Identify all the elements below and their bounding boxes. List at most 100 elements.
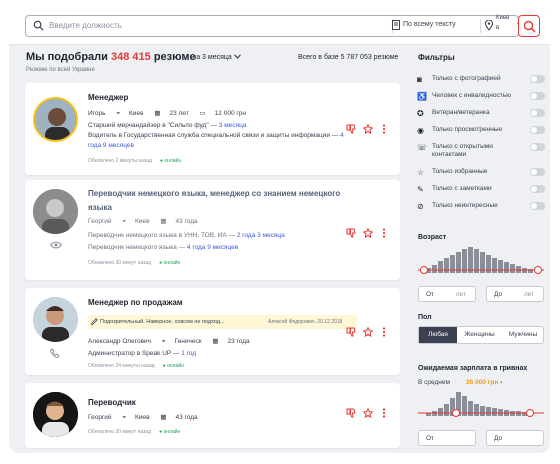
search-icon [33,20,44,31]
gender-option-women[interactable]: Женщины [457,327,502,343]
star-icon[interactable] [363,327,373,337]
resume-card[interactable]: Менеджер по продажам Подозрительный. Нав… [25,288,400,375]
more-icon[interactable] [382,327,386,337]
candidate-city: Киев [135,414,150,421]
more-icon[interactable] [382,408,386,418]
filters-panel: Фильтры ◙ Только с фотографией ♿ Человек с… [410,46,550,453]
thumb-down-icon[interactable] [346,408,356,418]
app-frame: Введите должность По всему тексту Киев в… [9,6,550,453]
wallet-icon: ▭ [199,110,206,117]
toggle-switch[interactable] [530,143,545,151]
resume-title[interactable]: Переводчик немецкого языка, менеджер со … [88,187,343,215]
update-status: Обновлено 30 минут назад ● онлайн [88,260,181,266]
more-icon[interactable] [382,124,386,134]
thumb-down-icon[interactable] [346,327,356,337]
experience-item: Водитель в Государственная служба специа… [88,132,344,149]
avatar [33,189,78,234]
gender-selector[interactable]: Любая Женщины Мужчины [418,326,544,344]
age-histogram[interactable] [418,246,544,274]
resume-card[interactable]: Переводчик немецкого языка, менеджер со … [25,180,400,280]
results-heading: Мы подобрали 348 415 резюме [26,51,196,63]
filter-toggle[interactable]: ☏ Только с открытыми контактами [417,142,545,162]
candidate-city: Геническ [174,338,202,345]
gender-option-any[interactable]: Любая [419,327,457,343]
update-status: Обновлено 20 минут назад ● онлайн [88,429,181,435]
age-title: Возраст [418,234,447,241]
location-pin-icon: ⌖ [122,414,127,421]
note-banner: Подозрительный. Наверное, совсем не подх… [88,315,357,329]
more-icon[interactable] [382,228,386,238]
filter-toggle[interactable]: ♿ Человек с инвалидностью [417,91,545,103]
resume-card[interactable]: Менеджер Игорь ⌖ Киев ▦ 23 лет ▭ 12 000 грн… [25,83,400,175]
location-pin-icon: ⌖ [122,218,127,225]
resume-title[interactable]: Переводчик [88,396,343,410]
thumb-down-icon: ⊘ [417,202,424,211]
wheelchair-icon: ♿ [417,92,427,101]
star-icon[interactable] [363,408,373,418]
eye-icon: ◉ [417,126,424,135]
age-to-input[interactable]: До лет [486,286,544,302]
experience-item: Переводчик немецкого языка — 4 года 9 ме… [88,244,239,251]
top-bar: Введите должность По всему тексту Киев в [9,6,550,45]
salary-histogram[interactable] [418,389,544,417]
search-icon [523,20,536,33]
pencil-icon [91,318,98,325]
toggle-switch[interactable] [530,109,545,117]
star-icon: ☆ [417,168,425,177]
update-status: Обновлено 34 минуты назад ● онлайн [88,363,184,369]
toggle-switch[interactable] [530,92,545,100]
search-input[interactable]: Введите должность [49,21,122,30]
age-from-input[interactable]: От лет [418,286,476,302]
salary-title: Ожидаемая зарплата в гривнах [418,365,528,372]
candidate-name: Игорь [88,110,106,117]
candidate-age: 43 года [175,414,198,421]
toggle-switch[interactable] [530,185,545,193]
search-scope-select[interactable]: По всему тексту [403,21,456,28]
card-actions [346,228,390,240]
gender-option-men[interactable]: Мужчины [502,327,544,343]
toggle-switch[interactable] [530,168,545,176]
city-label: Киев [496,15,510,21]
toggle-switch[interactable] [530,202,545,210]
resume-meta: Георгий ⌖ Киев ▦ 43 года [88,217,207,226]
filter-toggle[interactable]: ✎ Только с заметками [417,184,545,196]
eye-icon [50,241,62,249]
thumb-down-icon[interactable] [346,124,356,134]
thumb-down-icon[interactable] [346,228,356,238]
resume-meta: Игорь ⌖ Киев ▦ 23 лет ▭ 12 000 грн [88,109,255,118]
calendar-icon: ▦ [160,414,167,421]
filter-toggle[interactable]: ✪ Ветеран/ветеранка [417,108,545,120]
salary-to-input[interactable]: До [486,430,544,446]
filter-toggle[interactable]: ☆ Только избранные [417,167,545,179]
salary-from-input[interactable]: От [418,430,476,446]
resume-card[interactable]: Переводчик Георгий ⌖ Киев ▦ 43 года Обновл… [25,383,400,448]
chevron-down-icon [233,54,241,59]
star-icon[interactable] [363,124,373,134]
location-pin-icon: ⌖ [161,338,166,345]
candidate-name: Георгий [88,218,112,225]
toggle-switch[interactable] [530,126,545,134]
filters-title: Фильтры [418,53,455,62]
filter-toggle[interactable]: ◙ Только с фотографией [417,74,545,86]
medal-icon: ✪ [417,109,424,118]
search-button[interactable] [518,15,540,37]
resume-title[interactable]: Менеджер [88,91,343,105]
avatar [33,97,78,142]
toggle-switch[interactable] [530,75,545,83]
experience-item: Переводчик немецкого языка в УНН, ТОВ, И… [88,232,285,239]
period-select[interactable]: за 3 месяца [193,54,241,61]
experience-item: Администратор в Speak UP — 1 год [88,350,197,357]
results-region: Резюме по всей Украине [26,67,95,73]
filter-toggle[interactable]: ⊘ Только неинтересные [417,201,545,213]
camera-icon: ◙ [417,75,422,84]
salary-average: В среднем 26 000 грн › [418,379,503,386]
city-select[interactable]: в [496,25,499,31]
search-box[interactable]: Введите должность По всему тексту Киев в [25,15,524,37]
star-icon[interactable] [363,228,373,238]
divider [480,19,481,33]
resume-title[interactable]: Менеджер по продажам [88,296,343,310]
candidate-age: 43 года [175,218,198,225]
candidate-name: Александр Олегович [88,338,152,345]
candidate-city: Киев [129,110,144,117]
filter-toggle[interactable]: ◉ Только просмотренные [417,125,545,137]
